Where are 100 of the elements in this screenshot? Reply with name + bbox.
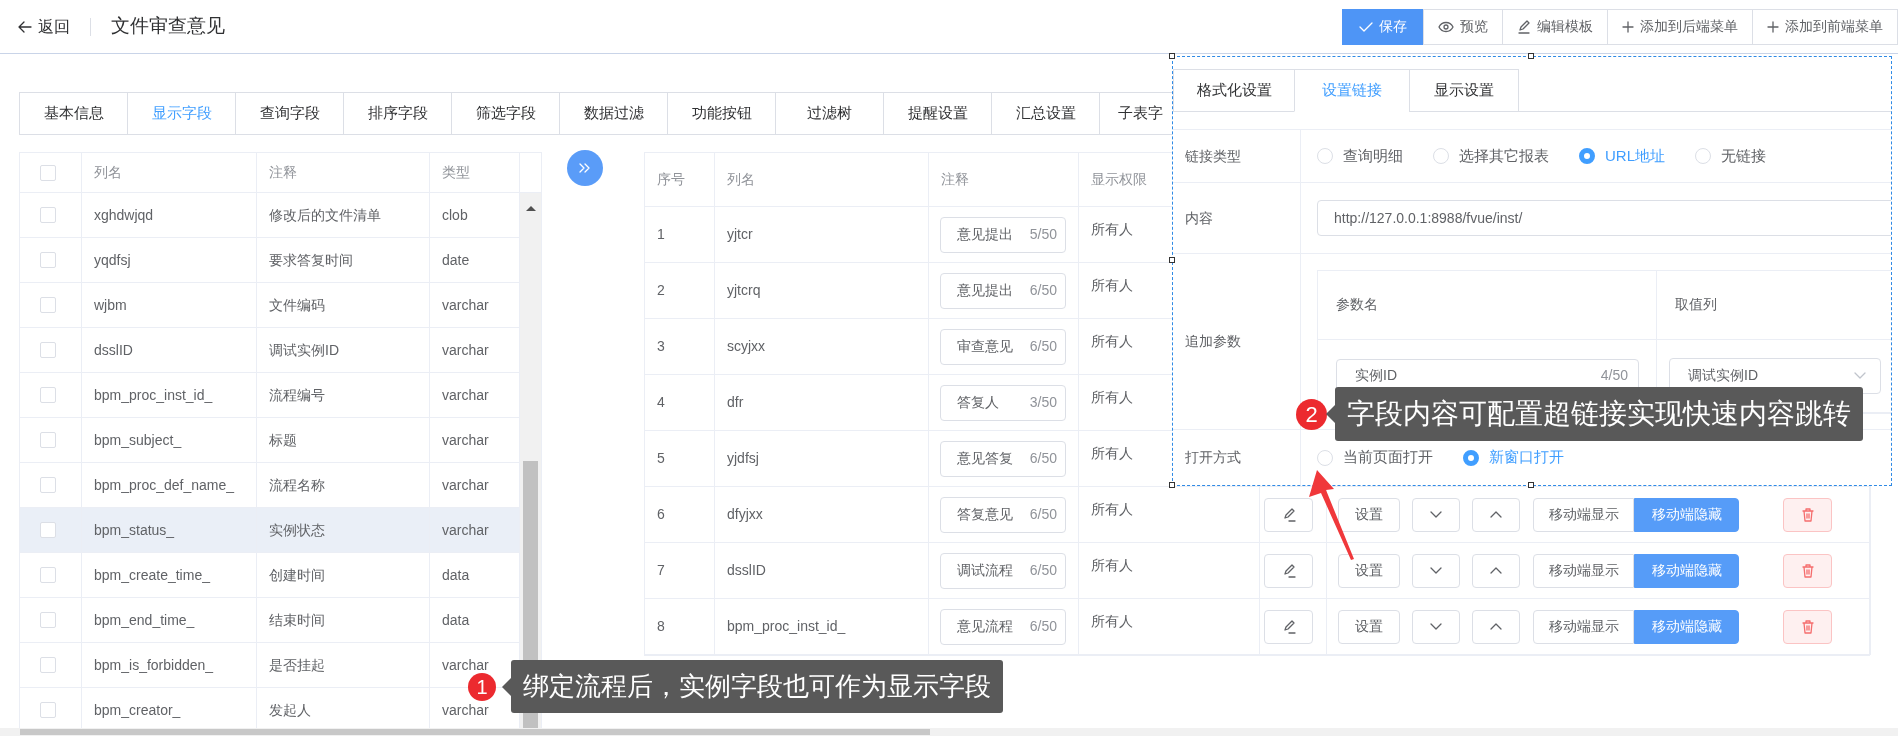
annotation-tooltip: 绑定流程后，实例字段也可作为显示字段 bbox=[511, 660, 1003, 713]
table-row[interactable]: bpm_create_time_ 创建时间 data bbox=[20, 553, 520, 598]
table-cell-text: wjbm bbox=[94, 295, 127, 315]
field-value: 审查意见 bbox=[957, 337, 1013, 356]
input-field[interactable]: http://127.0.0.1:8988/fvue/inst/ bbox=[1317, 200, 1891, 236]
settings-button[interactable]: 设置 bbox=[1338, 497, 1400, 532]
character-count: 4/50 bbox=[1600, 366, 1628, 385]
back-link[interactable]: 返回 bbox=[0, 14, 70, 39]
input-field[interactable]: 意见提出 5/50 bbox=[940, 216, 1066, 253]
table-row[interactable]: dsslID 调试实例ID varchar bbox=[20, 328, 520, 373]
table-row[interactable]: bpm_proc_inst_id_ 流程编号 varchar bbox=[20, 373, 520, 418]
radio-option[interactable]: 查询明细 bbox=[1317, 144, 1403, 168]
settings-button[interactable]: 设置 bbox=[1338, 609, 1400, 644]
character-count: 6/50 bbox=[1029, 281, 1057, 300]
table-cell-text: 所有人 bbox=[1091, 444, 1133, 463]
table-cell-text: date bbox=[442, 250, 470, 270]
table-cell-text: 3 bbox=[657, 337, 665, 356]
column-header: 列名 bbox=[727, 170, 755, 189]
field-value: 意见提出 bbox=[957, 281, 1013, 300]
column-header: 序号 bbox=[657, 170, 685, 189]
field-value: 意见答复 bbox=[957, 449, 1013, 468]
input-field[interactable]: 意见答复 6/50 bbox=[940, 440, 1066, 477]
table-cell-text: 修改后的文件清单 bbox=[269, 205, 381, 225]
table-cell-text: 4 bbox=[657, 393, 665, 412]
table-cell-text: 要求答复时间 bbox=[269, 250, 353, 270]
table-cell-text: yjtcr bbox=[727, 225, 753, 244]
table-cell-text: bpm_proc_inst_id_ bbox=[727, 617, 846, 636]
table-cell-text: 结束时间 bbox=[269, 610, 325, 630]
table-cell-text: 发起人 bbox=[269, 700, 311, 720]
table-cell-text: dfyjxx bbox=[727, 505, 763, 524]
table-cell-text: 所有人 bbox=[1091, 612, 1133, 631]
table-cell-text: 所有人 bbox=[1091, 500, 1133, 519]
column-header: 类型 bbox=[442, 163, 470, 182]
table-cell-text: bpm_end_time_ bbox=[94, 610, 195, 630]
step-number: 1 bbox=[468, 673, 496, 701]
character-count: 6/50 bbox=[1029, 561, 1057, 580]
table-cell-text: 标题 bbox=[269, 430, 297, 450]
table-row[interactable]: bpm_subject_ 标题 varchar bbox=[20, 418, 520, 463]
toggle-option[interactable]: 移动端显示 bbox=[1533, 553, 1634, 588]
table-cell-text: varchar bbox=[442, 655, 489, 675]
field-value: 调试流程 bbox=[957, 561, 1013, 580]
toggle-option[interactable]: 移动端显示 bbox=[1533, 609, 1634, 644]
toolbar-button[interactable]: 预览 bbox=[1423, 8, 1503, 45]
input-field[interactable]: 答复人 3/50 bbox=[940, 384, 1066, 421]
input-field[interactable]: 答复意见 6/50 bbox=[940, 496, 1066, 533]
radio-option[interactable]: 选择其它报表 bbox=[1433, 144, 1549, 168]
column-header: 注释 bbox=[269, 163, 297, 182]
field-value: 答复意见 bbox=[957, 505, 1013, 524]
toolbar-button[interactable]: 编辑模板 bbox=[1502, 8, 1608, 45]
table-cell-text: 8 bbox=[657, 617, 665, 636]
table-cell-text: bpm_creator_ bbox=[94, 700, 181, 720]
table-cell-text: 实例状态 bbox=[269, 520, 325, 540]
table-cell-text: bpm_proc_inst_id_ bbox=[94, 385, 213, 405]
character-count: 6/50 bbox=[1029, 505, 1057, 524]
radio-option[interactable]: 当前页面打开 bbox=[1317, 446, 1433, 469]
table-cell-text: 文件编码 bbox=[269, 295, 325, 315]
table-cell-text: bpm_status_ bbox=[94, 520, 175, 540]
table-cell-text: yjtcrq bbox=[727, 281, 761, 300]
table-row[interactable]: bpm_end_time_ 结束时间 data bbox=[20, 598, 520, 643]
field-label: 打开方式 bbox=[1185, 448, 1241, 467]
page-title: 文件审查意见 bbox=[111, 14, 225, 39]
toolbar-button[interactable]: 添加到前端菜单 bbox=[1752, 8, 1898, 45]
table-cell-text: bpm_is_forbidden_ bbox=[94, 655, 214, 675]
field-value: 答复人 bbox=[957, 393, 999, 412]
table-row[interactable]: yqdfsj 要求答复时间 date bbox=[20, 238, 520, 283]
input-field[interactable]: 意见流程 6/50 bbox=[940, 608, 1066, 645]
character-count: 6/50 bbox=[1029, 449, 1057, 468]
tab[interactable]: 显示设置 bbox=[1409, 69, 1519, 112]
field-label: 内容 bbox=[1185, 208, 1213, 228]
table-cell-text: 创建时间 bbox=[269, 565, 325, 585]
character-count: 6/50 bbox=[1029, 337, 1057, 356]
table-cell-text: yjdfsj bbox=[727, 449, 759, 468]
tab[interactable]: 基本信息 bbox=[19, 92, 128, 134]
settings-button[interactable]: 设置 bbox=[1338, 553, 1400, 588]
table-cell-text: 7 bbox=[657, 561, 665, 580]
character-count: 3/50 bbox=[1029, 393, 1057, 412]
input-field[interactable]: 调试流程 6/50 bbox=[940, 552, 1066, 589]
table-cell-text: 是否挂起 bbox=[269, 655, 325, 675]
column-header: 参数名 bbox=[1336, 295, 1378, 314]
table-cell-text: clob bbox=[442, 205, 468, 225]
input-field[interactable]: 审查意见 6/50 bbox=[940, 328, 1066, 365]
toggle-option[interactable]: 移动端显示 bbox=[1533, 497, 1634, 532]
column-header: 列名 bbox=[94, 163, 122, 182]
tab[interactable]: 格式化设置 bbox=[1173, 69, 1295, 112]
input-field[interactable]: 意见提出 6/50 bbox=[940, 272, 1066, 309]
table-cell-text: varchar bbox=[442, 295, 489, 315]
table-cell-text: 所有人 bbox=[1091, 332, 1133, 351]
table-row[interactable]: wjbm 文件编码 varchar bbox=[20, 283, 520, 328]
table-cell-text: bpm_subject_ bbox=[94, 430, 182, 450]
table-cell-text: yqdfsj bbox=[94, 250, 131, 270]
radio-option[interactable]: 无链接 bbox=[1695, 144, 1766, 168]
table-cell-text: dfr bbox=[727, 393, 744, 412]
table-row[interactable]: xghdwjqd 修改后的文件清单 clob bbox=[20, 193, 520, 238]
table-cell-text: 所有人 bbox=[1091, 220, 1133, 239]
column-header: 取值列 bbox=[1675, 295, 1717, 314]
table-cell-text: varchar bbox=[442, 385, 489, 405]
toolbar-button[interactable]: 添加到后端菜单 bbox=[1607, 8, 1753, 45]
table-row[interactable]: bpm_status_ 实例状态 varchar bbox=[20, 508, 520, 553]
table-cell-text: 调试实例ID bbox=[269, 340, 339, 360]
table-cell-text: varchar bbox=[442, 430, 489, 450]
